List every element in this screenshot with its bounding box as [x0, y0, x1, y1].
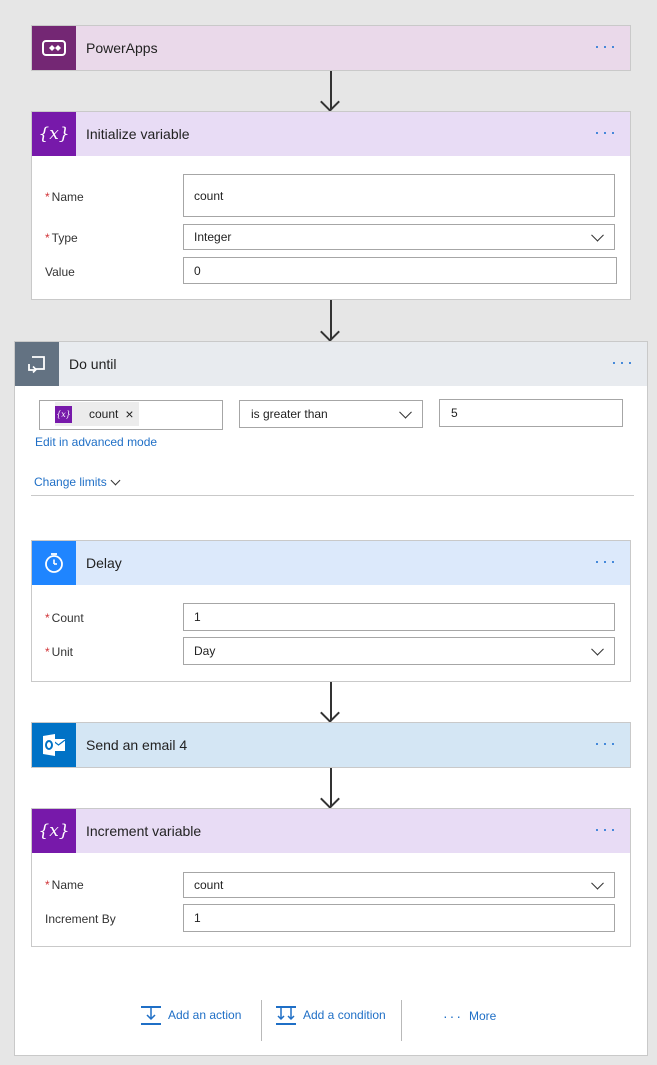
increment-name-label: * Name — [45, 878, 84, 892]
variable-icon: {x} — [32, 112, 76, 156]
powerapps-card[interactable]: PowerApps ··· — [31, 25, 631, 71]
change-limits-label: Change limits — [34, 475, 107, 489]
unit-select[interactable]: Day — [183, 637, 615, 665]
operator-select[interactable]: is greater than — [239, 400, 423, 428]
variable-token[interactable]: {x} count × — [55, 402, 139, 426]
count-input[interactable]: 1 — [183, 603, 615, 631]
increment-variable-title: Increment variable — [86, 823, 202, 839]
name-row: * Name count — [32, 174, 630, 218]
increment-variable-header[interactable]: {x} Increment variable ··· — [32, 809, 630, 853]
divider — [31, 495, 634, 496]
count-label: * Count — [45, 611, 84, 625]
chevron-down-icon — [591, 228, 604, 242]
token-label: count — [89, 407, 119, 421]
divider — [261, 1000, 262, 1041]
do-until-header[interactable]: Do until ··· — [15, 342, 647, 386]
initialize-variable-card: {x} Initialize variable ··· * Name count … — [31, 111, 631, 300]
type-row: * Type Integer — [32, 224, 630, 254]
value-input[interactable]: 0 — [183, 257, 617, 284]
timer-icon — [32, 541, 76, 585]
chevron-down-icon — [591, 876, 604, 890]
chevron-down-icon — [591, 642, 604, 656]
add-condition-icon — [276, 1006, 296, 1025]
delay-more-button[interactable]: ··· — [594, 552, 618, 570]
initialize-variable-more-button[interactable]: ··· — [594, 123, 618, 141]
condition-value-input[interactable]: 5 — [439, 399, 623, 427]
type-label: * Type — [45, 231, 78, 245]
do-until-title: Do until — [69, 356, 117, 372]
powerapps-more-button[interactable]: ··· — [594, 37, 618, 55]
value-label: Value — [45, 265, 75, 279]
value-row: Value 0 — [32, 257, 630, 287]
edit-advanced-mode-link[interactable]: Edit in advanced mode — [35, 435, 157, 449]
delay-header[interactable]: Delay ··· — [32, 541, 630, 585]
powerapps-icon — [32, 26, 76, 70]
connector-arrow — [330, 768, 332, 806]
type-select[interactable]: Integer — [183, 224, 615, 250]
increment-variable-card: {x} Increment variable ··· * Name count I… — [31, 808, 631, 947]
count-row: * Count 1 — [32, 603, 630, 633]
close-icon[interactable]: × — [125, 406, 133, 422]
connector-arrow — [330, 300, 332, 339]
initialize-variable-title: Initialize variable — [86, 126, 190, 142]
change-limits-link[interactable]: Change limits — [34, 475, 121, 489]
unit-row: * Unit Day — [32, 637, 630, 667]
increment-by-row: Increment By 1 — [32, 904, 630, 934]
connector-arrow — [330, 71, 332, 109]
add-action-label: Add an action — [168, 1008, 242, 1022]
powerapps-title: PowerApps — [86, 40, 158, 56]
outlook-icon — [32, 723, 76, 767]
variable-icon: {x} — [55, 405, 72, 423]
chevron-down-icon — [110, 475, 121, 485]
send-email-title: Send an email 4 — [86, 737, 188, 753]
send-email-more-button[interactable]: ··· — [594, 734, 618, 752]
operator-value: is greater than — [251, 407, 328, 421]
ellipsis-icon: ··· — [443, 1008, 463, 1024]
add-condition-button[interactable]: Add a condition — [275, 1004, 386, 1026]
add-action-icon — [141, 1006, 161, 1025]
name-input[interactable]: count — [183, 174, 615, 217]
send-email-card[interactable]: Send an email 4 ··· — [31, 722, 631, 768]
name-label: * Name — [45, 190, 84, 204]
chevron-down-icon — [399, 405, 412, 419]
increment-variable-more-button[interactable]: ··· — [594, 820, 618, 838]
loop-icon — [15, 342, 59, 386]
more-button[interactable]: ··· More — [443, 1008, 496, 1024]
add-condition-label: Add a condition — [303, 1008, 386, 1022]
increment-name-select[interactable]: count — [183, 872, 615, 898]
unit-label: * Unit — [45, 645, 74, 659]
more-label: More — [469, 1009, 497, 1023]
divider — [401, 1000, 402, 1041]
do-until-more-button[interactable]: ··· — [611, 353, 635, 371]
delay-title: Delay — [86, 555, 122, 571]
increment-by-input[interactable]: 1 — [183, 904, 615, 932]
connector-arrow — [330, 682, 332, 720]
powerapps-header[interactable]: PowerApps ··· — [32, 26, 630, 70]
variable-icon: {x} — [32, 809, 76, 853]
increment-by-label: Increment By — [45, 912, 116, 926]
condition-token-field[interactable]: {x} count × — [39, 400, 223, 430]
delay-card: Delay ··· * Count 1 * Unit Day — [31, 540, 631, 682]
add-action-button[interactable]: Add an action — [140, 1004, 241, 1026]
send-email-header[interactable]: Send an email 4 ··· — [32, 723, 630, 767]
increment-name-row: * Name count — [32, 872, 630, 902]
initialize-variable-header[interactable]: {x} Initialize variable ··· — [32, 112, 630, 156]
condition-value: 5 — [451, 406, 458, 420]
